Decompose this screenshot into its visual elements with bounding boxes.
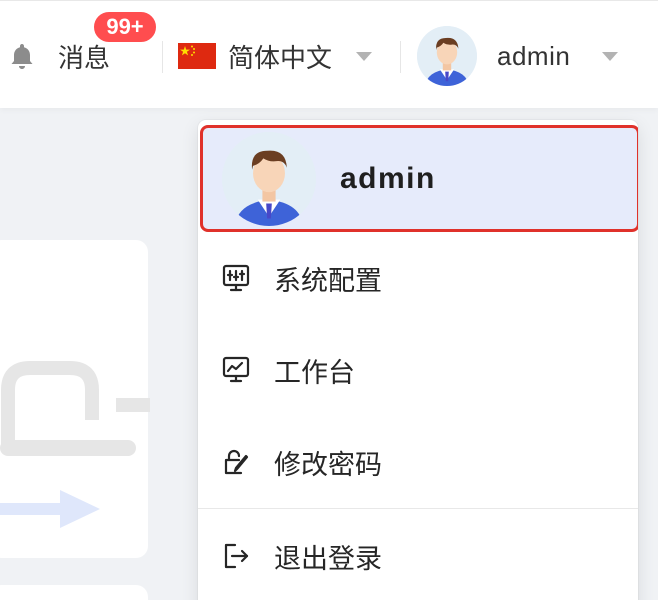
avatar [417,26,477,86]
menu-item-logout[interactable]: 退出登录 [198,521,638,591]
background-card [0,585,148,600]
bell-icon [8,41,36,71]
logout-icon [220,540,252,572]
menu-item-label: 系统配置 [274,265,382,297]
caret-down-icon [356,51,373,61]
system-config-icon [220,262,252,294]
header-divider [162,41,163,73]
user-dropdown-menu: admin 系统配置 工作台 修改密码 退出登录 [198,120,638,600]
notifications-button[interactable]: 消息 [8,31,110,81]
language-selector[interactable]: 简体中文 [178,31,373,81]
edit-password-icon [220,446,252,478]
user-avatar-icon [417,26,477,86]
menu-item-change-password[interactable]: 修改密码 [198,427,638,497]
workbench-monitor-icon [220,354,252,386]
dropdown-profile-header[interactable]: admin [200,125,638,232]
user-name: admin [497,40,571,71]
china-flag-icon [178,43,216,69]
notification-count-badge: 99+ [92,10,158,44]
background-illustration [0,361,150,528]
menu-item-workbench[interactable]: 工作台 [198,335,638,405]
user-menu-trigger[interactable]: admin [417,26,619,86]
avatar [222,131,316,226]
menu-item-label: 修改密码 [274,449,382,481]
caret-down-icon [602,51,619,61]
top-header-bar: 消息 99+ 简体中文 admin [0,0,658,108]
language-label: 简体中文 [228,43,333,74]
notifications-label: 消息 [58,43,111,74]
dropdown-user-name: admin [340,161,436,195]
menu-item-label: 退出登录 [274,543,382,575]
menu-item-system-config[interactable]: 系统配置 [198,243,638,313]
user-avatar-icon [222,131,316,226]
menu-item-label: 工作台 [274,357,355,389]
menu-divider [198,508,638,509]
header-divider [400,41,401,73]
